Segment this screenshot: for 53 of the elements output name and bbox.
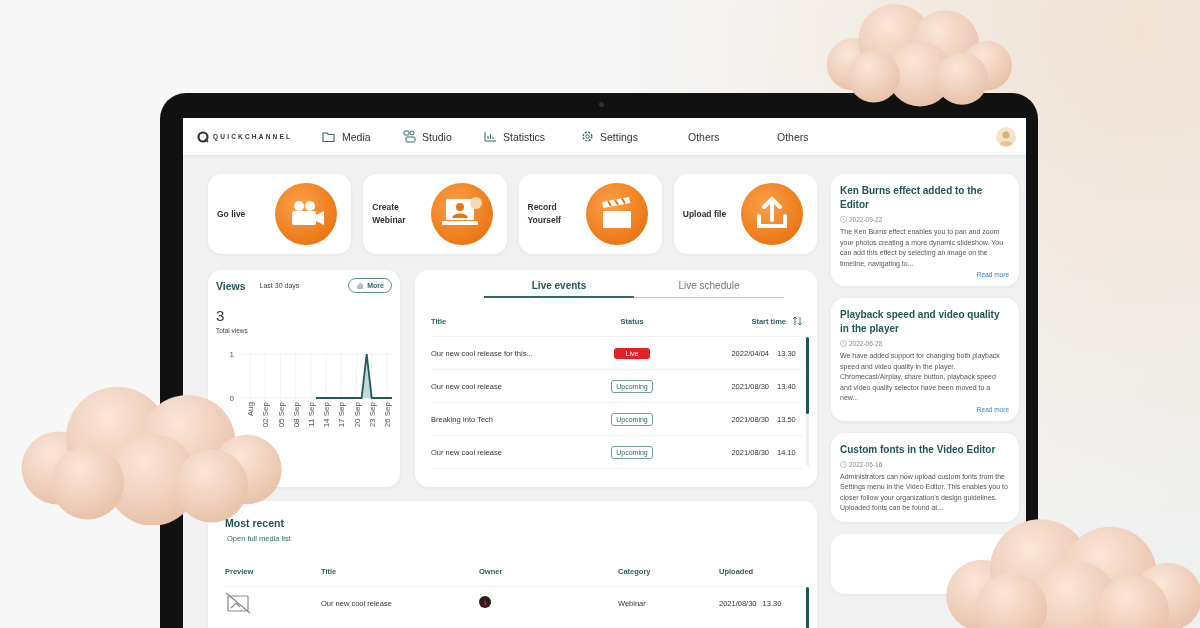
- nav-link[interactable]: Studio: [403, 130, 484, 143]
- x-tick-label: 05 Sep: [276, 402, 286, 428]
- sort-icon[interactable]: [792, 316, 803, 326]
- action-card[interactable]: Go live: [208, 174, 352, 254]
- nav-link[interactable]: Statistics: [484, 130, 581, 143]
- settings-icon: [581, 130, 594, 143]
- x-tick-label: 02 Sep: [261, 402, 271, 428]
- action-card[interactable]: Create Webinar: [363, 174, 507, 254]
- news-title: Playback speed and video quality in the player: [840, 308, 1001, 336]
- camera-dot: [599, 102, 604, 107]
- section-title: Most recent: [225, 517, 285, 529]
- scrollbar[interactable]: [806, 337, 809, 466]
- action-label: Go live: [217, 207, 247, 221]
- scrollbar[interactable]: [806, 587, 809, 627]
- upload-icon: [741, 183, 803, 245]
- x-tick-label: 20 Sep: [352, 402, 362, 428]
- x-tick-label: 26 Sep: [382, 402, 392, 428]
- nav-link[interactable]: Others: [777, 130, 996, 143]
- studio-icon: [403, 130, 416, 143]
- news-title: Ken Burns effect added to the Editor: [840, 184, 984, 212]
- x-tick-label: 08 Sep: [291, 402, 301, 428]
- video-camera-icon: [275, 183, 338, 245]
- clock-icon: [840, 216, 847, 223]
- action-card[interactable]: Upload file: [673, 174, 817, 254]
- action-label: Upload file: [682, 207, 728, 221]
- clock-icon: [840, 460, 847, 468]
- action-label: Record Yourself: [527, 201, 562, 227]
- x-tick-label: 17 Sep: [337, 402, 347, 428]
- no-image-icon: [225, 592, 251, 614]
- views-title: Views: [216, 279, 246, 292]
- action-card[interactable]: Record Yourself: [518, 174, 662, 254]
- action-label: Create Webinar: [372, 201, 407, 227]
- total-views-value: 3: [216, 307, 226, 324]
- clapperboard-icon: [585, 183, 648, 245]
- presenter-icon: [430, 183, 493, 245]
- x-tick-label: 14 Sep: [322, 402, 332, 428]
- nav-link[interactable]: Media: [322, 130, 403, 143]
- x-tick-label: Aug: [246, 402, 256, 417]
- news-title: Custom fonts in the Video Editor: [840, 442, 997, 457]
- logo-icon: [197, 130, 209, 143]
- clock-icon: [840, 340, 847, 347]
- nav-link[interactable]: Others: [688, 130, 777, 143]
- x-tick-label: 11 Sep: [306, 402, 316, 427]
- owner-avatar: [479, 596, 491, 608]
- tab[interactable]: Live events: [484, 280, 634, 298]
- y-tick-label: 1: [229, 350, 234, 359]
- bar-chart-icon: [356, 282, 365, 289]
- tab[interactable]: Live schedule: [634, 280, 784, 298]
- bar-chart-icon: [484, 131, 497, 142]
- folder-icon: [322, 130, 336, 143]
- y-tick-label: 0: [229, 394, 234, 403]
- nav-link[interactable]: Settings: [581, 130, 688, 143]
- x-tick-label: 23 Sep: [367, 402, 377, 428]
